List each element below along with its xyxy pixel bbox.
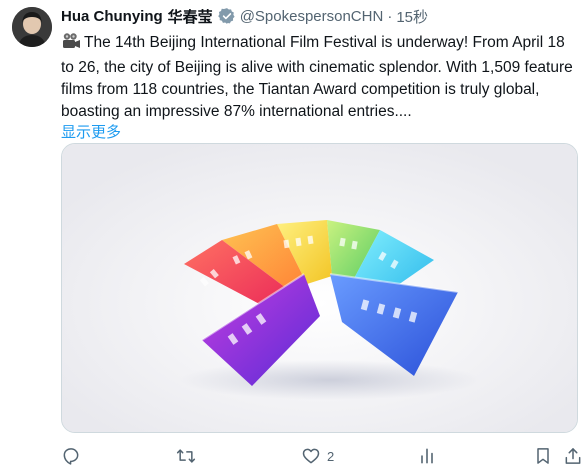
- retweet-icon: [175, 446, 197, 466]
- display-name[interactable]: Hua Chunying: [61, 8, 163, 25]
- tweet-card[interactable]: Hua Chunying 华春莹 @SpokespersonCHN · 15秒: [0, 0, 588, 474]
- bookmark-button[interactable]: [533, 446, 553, 466]
- share-button[interactable]: [563, 446, 583, 466]
- display-name-cn[interactable]: 华春莹: [168, 6, 213, 27]
- tweet-actions: 2: [61, 444, 581, 468]
- heart-icon: [301, 446, 321, 466]
- timestamp[interactable]: 15秒: [396, 6, 428, 27]
- retweet-button[interactable]: [175, 446, 197, 466]
- tweet-body: Hua Chunying 华春莹 @SpokespersonCHN · 15秒: [61, 4, 577, 143]
- views-chart-icon: [417, 446, 437, 466]
- tweet-media-image[interactable]: [61, 143, 578, 433]
- like-button[interactable]: 2: [295, 446, 334, 466]
- reply-icon: [61, 446, 81, 466]
- separator-dot: ·: [387, 7, 393, 25]
- user-handle[interactable]: @SpokespersonCHN: [240, 8, 384, 25]
- like-count: 2: [327, 448, 335, 464]
- views-button[interactable]: [417, 446, 437, 466]
- tweet-header: Hua Chunying 华春莹 @SpokespersonCHN · 15秒: [61, 4, 577, 28]
- verified-badge-icon: [217, 7, 236, 25]
- bookmark-icon: [533, 446, 553, 466]
- reply-button[interactable]: [61, 446, 81, 466]
- share-icon: [563, 446, 583, 466]
- avatar[interactable]: [12, 7, 52, 47]
- show-more-link[interactable]: 显示更多: [61, 123, 577, 143]
- tweet-text: The 14th Beijing International Film Fest…: [61, 32, 577, 123]
- tweet-text-content: The 14th Beijing International Film Fest…: [61, 34, 573, 120]
- movie-camera-icon: [61, 32, 81, 57]
